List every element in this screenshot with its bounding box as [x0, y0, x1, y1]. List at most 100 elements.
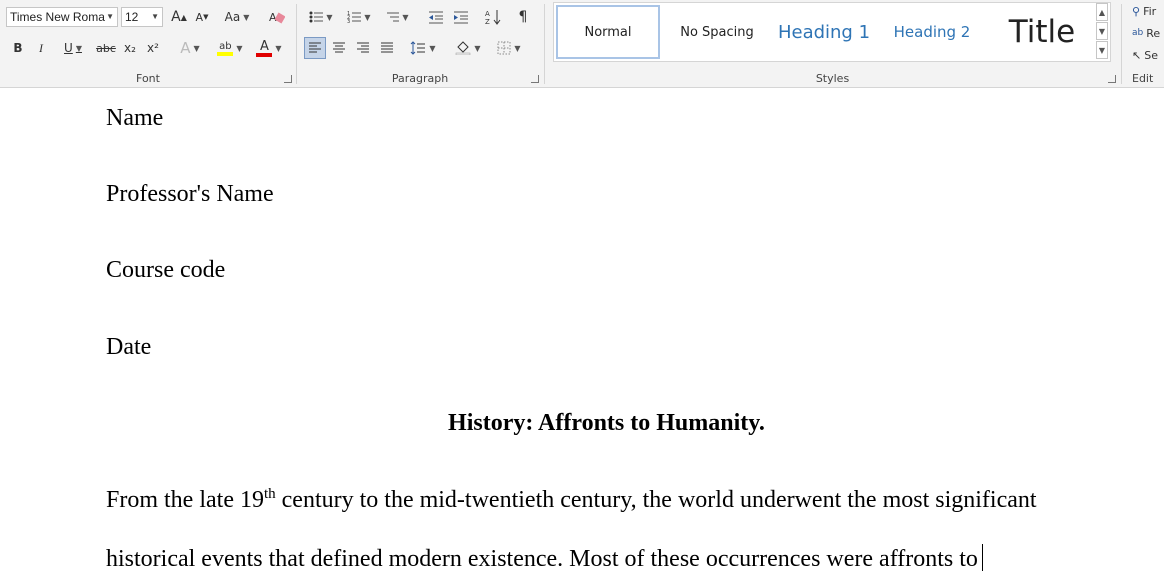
grow-font-label: A [171, 9, 181, 25]
body-paragraph-line-2[interactable]: historical events that defined modern ex… [106, 544, 983, 573]
font-color-button[interactable]: A ▼ [252, 37, 286, 59]
paragraph-group-label: Paragraph [391, 72, 449, 85]
highlight-color-swatch [217, 51, 234, 56]
select-label: Se [1144, 48, 1158, 62]
clear-formatting-button[interactable]: A [266, 6, 288, 28]
align-center-button[interactable] [328, 37, 350, 59]
style-heading-1[interactable]: Heading 1 [774, 5, 874, 59]
subscript-button[interactable]: x₂ [121, 37, 139, 59]
shrink-font-button[interactable]: A ▼ [192, 6, 212, 28]
cursor-arrow-icon: ↖ [1132, 48, 1142, 62]
font-color-icon: A [256, 38, 273, 57]
decrease-indent-button[interactable] [425, 6, 447, 28]
sort-button[interactable]: AZ [482, 6, 504, 28]
search-icon: ⚲ [1132, 4, 1141, 18]
superscript-button[interactable]: x² [144, 37, 162, 59]
font-group: Times New Roma ▼ 12 ▼ A ▲ A ▼ Aa ▼ A B I U ▼… [0, 0, 296, 87]
styles-scroll-up-button[interactable]: ▲ [1096, 3, 1108, 21]
svg-text:A: A [485, 10, 490, 18]
chevron-down-icon: ▼ [75, 43, 82, 53]
show-formatting-button[interactable]: ¶ [513, 6, 533, 28]
numbering-button[interactable]: 123 ▼ [343, 6, 375, 28]
change-case-label: Aa [224, 10, 241, 24]
editing-group-label: Edit [1132, 72, 1154, 85]
chevron-down-icon: ▼ [402, 12, 409, 22]
style-title-label: Title [1008, 14, 1076, 50]
chevron-down-icon: ▼ [514, 43, 521, 53]
paragraph-text: From the late 19 [106, 487, 264, 513]
italic-button[interactable]: I [33, 37, 49, 59]
body-paragraph-line-1[interactable]: From the late 19th century to the mid-tw… [106, 486, 1037, 514]
ribbon: Times New Roma ▼ 12 ▼ A ▲ A ▼ Aa ▼ A B I U ▼… [0, 0, 1164, 88]
line-spacing-button[interactable]: ▼ [407, 37, 439, 59]
chevron-down-icon: ▼ [1098, 26, 1106, 36]
borders-icon [497, 41, 511, 55]
paragraph-group: ▼ 123 ▼ ▼ AZ ¶ ▼ ▼ ▼ Paragraph [297, 0, 543, 87]
student-name-line[interactable]: Name [106, 105, 163, 132]
superscript-label: x² [147, 41, 159, 55]
font-size-box[interactable]: 12 ▼ [121, 7, 163, 27]
chevron-down-icon: ▼ [474, 43, 481, 53]
chevron-down-icon[interactable]: ▼ [106, 8, 114, 26]
shrink-font-label: A [195, 10, 204, 24]
highlight-button[interactable]: ab ▼ [212, 37, 248, 59]
multilevel-list-button[interactable]: ▼ [381, 6, 413, 28]
line-spacing-icon [411, 41, 426, 55]
chevron-down-icon: ▼ [364, 12, 371, 22]
find-button[interactable]: ⚲ Fir [1132, 0, 1164, 22]
style-heading-2[interactable]: Heading 2 [884, 5, 980, 59]
bullets-button[interactable]: ▼ [305, 6, 337, 28]
style-normal-label: Normal [584, 24, 632, 40]
bullets-icon [309, 11, 324, 23]
increase-indent-icon [454, 11, 468, 24]
numbering-icon: 123 [347, 11, 362, 24]
style-heading-2-label: Heading 2 [893, 23, 971, 41]
chevron-down-icon: ▼ [429, 43, 436, 53]
styles-more-button[interactable]: ▼ [1096, 41, 1108, 59]
bold-button[interactable]: B [10, 37, 26, 59]
style-no-spacing[interactable]: No Spacing [664, 5, 770, 59]
borders-button[interactable]: ▼ [492, 37, 526, 59]
grow-font-button[interactable]: A ▲ [169, 6, 189, 28]
style-normal[interactable]: Normal [556, 5, 660, 59]
strikethrough-button[interactable]: abc [94, 37, 118, 59]
find-label: Fir [1143, 4, 1157, 18]
bold-label: B [13, 41, 23, 55]
select-button[interactable]: ↖ Se [1132, 44, 1164, 66]
style-heading-1-label: Heading 1 [777, 21, 871, 43]
professor-name-line[interactable]: Professor's Name [106, 181, 274, 208]
highlighter-icon: ab [217, 41, 234, 56]
font-name-value: Times New Roma [10, 10, 105, 24]
underline-label: U [64, 41, 73, 55]
font-color-swatch [256, 52, 273, 57]
date-line[interactable]: Date [106, 334, 151, 361]
font-name-box[interactable]: Times New Roma ▼ [6, 7, 118, 27]
subscript-label: x₂ [124, 41, 136, 55]
change-case-button[interactable]: Aa ▼ [220, 6, 254, 28]
text-effects-button[interactable]: A ▼ [175, 37, 205, 59]
course-code-line[interactable]: Course code [106, 257, 225, 284]
align-left-icon [309, 42, 321, 53]
pilcrow-icon: ¶ [518, 9, 528, 25]
paint-bucket-icon [456, 41, 471, 55]
font-dialog-launcher-icon[interactable] [284, 75, 292, 83]
chevron-down-icon[interactable]: ▼ [151, 8, 159, 26]
justify-button[interactable] [376, 37, 398, 59]
shading-button[interactable]: ▼ [451, 37, 485, 59]
font-size-value: 12 [125, 10, 139, 24]
increase-indent-button[interactable] [450, 6, 472, 28]
styles-dialog-launcher-icon[interactable] [1108, 75, 1116, 83]
chevron-up-icon: ▲ [1098, 7, 1106, 17]
font-color-label: A [259, 38, 269, 54]
replace-button[interactable]: ab Re [1132, 22, 1164, 44]
justify-icon [381, 42, 393, 53]
align-right-button[interactable] [352, 37, 374, 59]
underline-button[interactable]: U ▼ [56, 37, 90, 59]
align-left-button[interactable] [304, 37, 326, 59]
text-effects-label: A [180, 39, 191, 57]
style-title[interactable]: Title [990, 5, 1094, 59]
document-canvas[interactable]: Name Professor's Name Course code Date H… [0, 88, 1164, 585]
paragraph-dialog-launcher-icon[interactable] [531, 75, 539, 83]
document-title[interactable]: History: Affronts to Humanity. [0, 410, 1164, 437]
styles-scroll-down-button[interactable]: ▼ [1096, 22, 1108, 40]
